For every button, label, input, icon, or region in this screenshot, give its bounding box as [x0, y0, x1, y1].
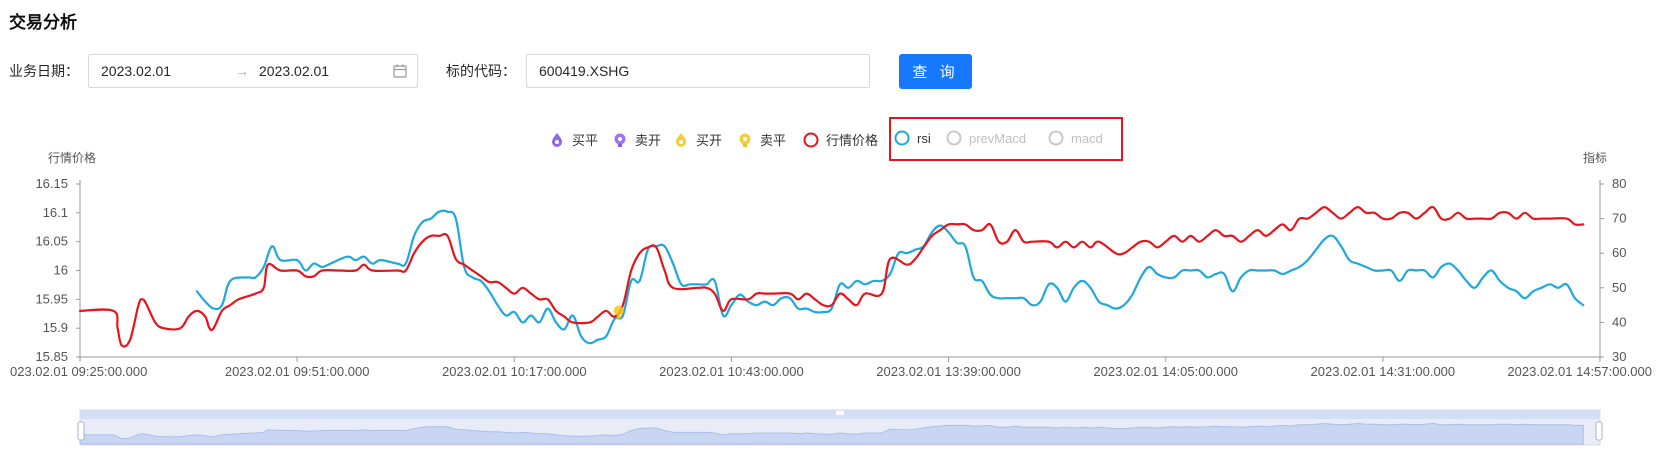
- y-left-title: 行情价格: [48, 150, 96, 165]
- line-chart[interactable]: 行情价格 指标 16.15 16.1 16.05 16 15.95 15.9 15.85 80…: [0, 0, 1656, 462]
- y-left-tick-label: 16: [54, 263, 68, 278]
- y-right-tick-label: 70: [1612, 211, 1626, 226]
- y-left-tick-label: 16.05: [35, 234, 68, 249]
- marker-base: [616, 315, 621, 319]
- x-tick-label: 2023.02.01 10:43:00.000: [659, 364, 804, 379]
- y-right-tick-label: 30: [1612, 349, 1626, 364]
- marker-bulb-icon: [613, 305, 624, 316]
- x-tick-label: 2023.02.01 09:51:00.000: [225, 364, 370, 379]
- x-tick-label: 023.02.01 09:25:00.000: [10, 364, 147, 379]
- y-right-title: 指标: [1583, 150, 1607, 165]
- y-left-tick-label: 16.15: [35, 176, 68, 191]
- series-line-price: [78, 205, 1585, 348]
- y-left-tick-label: 15.85: [35, 349, 68, 364]
- y-right-tick-label: 80: [1612, 176, 1626, 191]
- y-left-tick-label: 16.1: [43, 205, 68, 220]
- x-tick-label: 2023.02.01 14:31:00.000: [1311, 364, 1456, 379]
- x-tick-label: 2023.02.01 14:05:00.000: [1093, 364, 1238, 379]
- series-line-rsi: [195, 209, 1585, 345]
- y-right-tick-label: 40: [1612, 314, 1626, 329]
- zoom-handle-left[interactable]: [77, 421, 85, 441]
- zoom-drag-handle[interactable]: [836, 411, 844, 415]
- x-tick-label: 2023.02.01 14:57:00.000: [1507, 364, 1652, 379]
- x-tick-label: 2023.02.01 13:39:00.000: [876, 364, 1021, 379]
- zoom-handle-right[interactable]: [1595, 421, 1603, 441]
- y-left-tick-label: 15.9: [43, 320, 68, 335]
- data-zoom-slider[interactable]: [77, 409, 1603, 446]
- y-right-tick-label: 60: [1612, 245, 1626, 260]
- x-tick-label: 2023.02.01 10:17:00.000: [442, 364, 587, 379]
- y-right-tick-label: 50: [1612, 280, 1626, 295]
- y-left-tick-label: 15.95: [35, 291, 68, 306]
